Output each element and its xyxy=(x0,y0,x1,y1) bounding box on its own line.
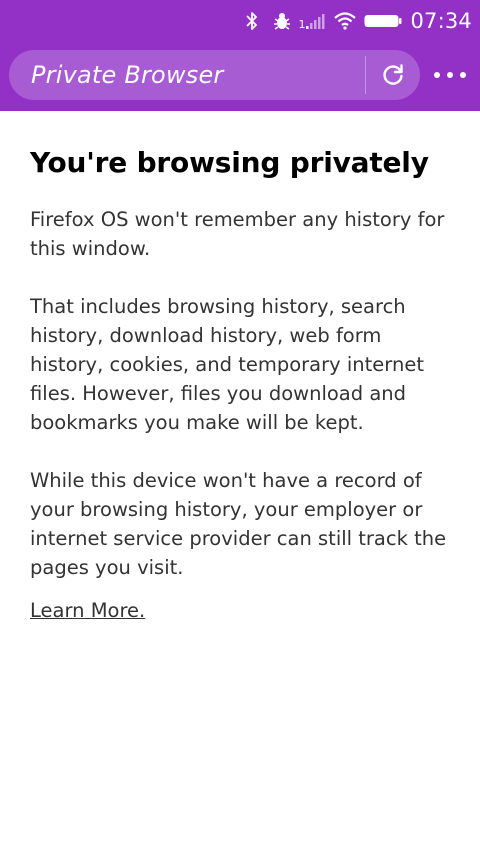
clock: 07:34 xyxy=(410,9,472,33)
page-title: You're browsing privately xyxy=(30,146,429,179)
url-bar-title[interactable]: Private Browser xyxy=(31,50,224,100)
info-paragraph-3: While this device won't have a record of… xyxy=(30,469,447,579)
status-bar: 1 07:34 xyxy=(0,0,480,42)
learn-more-link[interactable]: Learn More. xyxy=(30,596,145,625)
wifi-icon xyxy=(334,12,357,30)
signal-icon xyxy=(306,13,326,29)
bluetooth-icon xyxy=(246,11,258,31)
info-paragraph-1: Firefox OS won't remember any history fo… xyxy=(30,208,445,260)
info-paragraph-2: That includes browsing history, search h… xyxy=(30,295,424,434)
private-browsing-info: You're browsing privately Firefox OS won… xyxy=(30,111,452,625)
sim-number: 1 xyxy=(298,17,306,31)
battery-icon xyxy=(364,13,402,29)
more-options-button[interactable] xyxy=(430,50,470,100)
browser-toolbar: Private Browser xyxy=(0,42,480,111)
url-bar-divider xyxy=(365,56,366,94)
url-bar[interactable]: Private Browser xyxy=(9,50,420,100)
reload-icon xyxy=(383,64,403,85)
status-icons: 1 07:34 xyxy=(246,0,472,42)
bug-icon xyxy=(272,11,292,31)
reload-button[interactable] xyxy=(375,57,411,93)
more-options-icon xyxy=(434,72,466,78)
